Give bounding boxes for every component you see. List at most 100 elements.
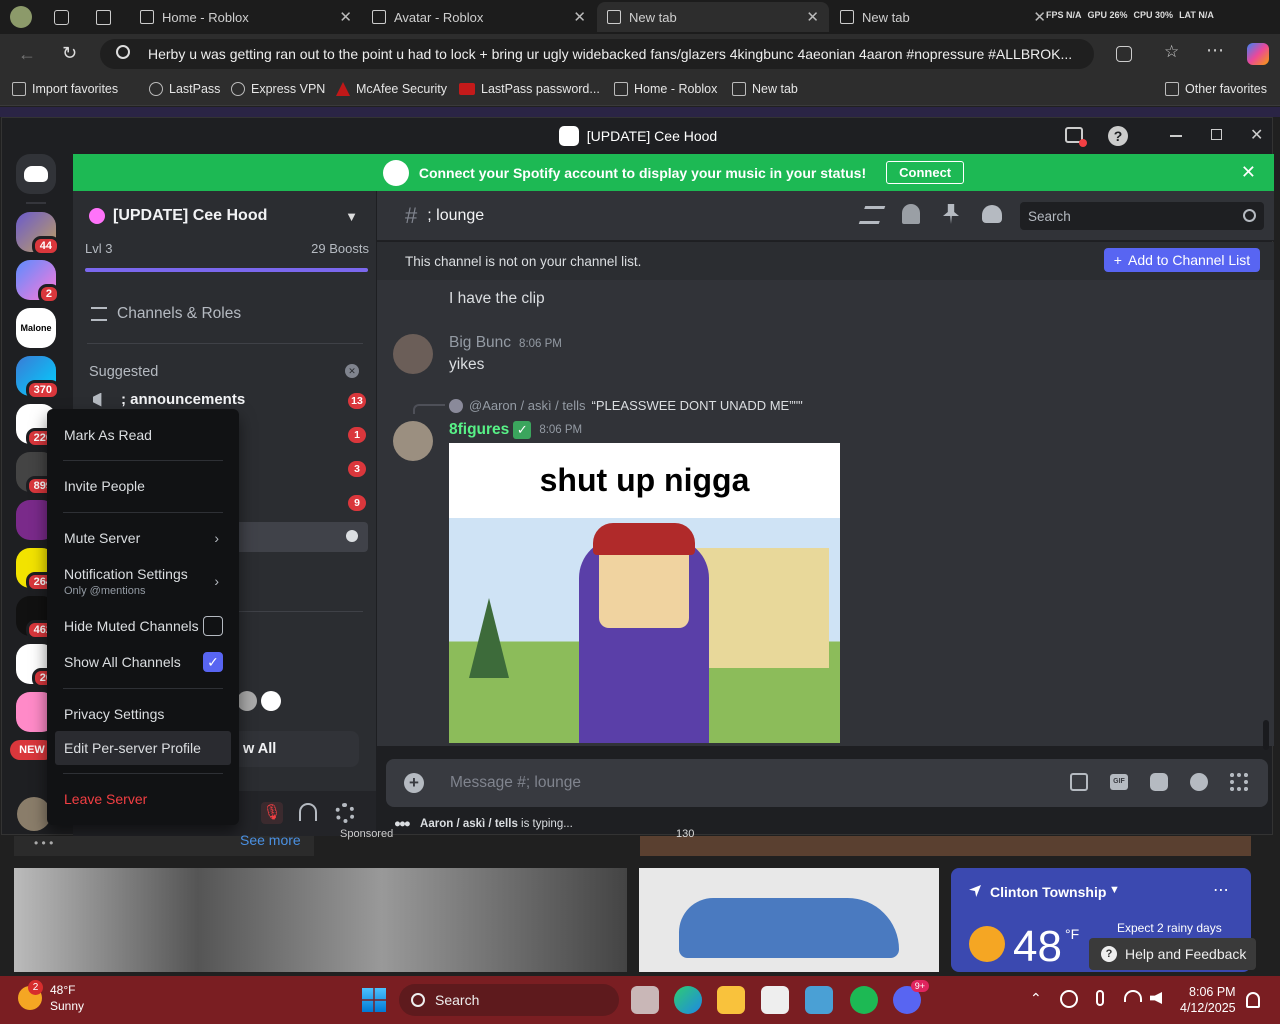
spotify-icon[interactable] xyxy=(850,986,878,1014)
extensions-icon[interactable] xyxy=(1116,46,1132,62)
menu-leave-server[interactable]: Leave Server xyxy=(55,787,231,811)
username[interactable]: 8figures xyxy=(449,421,509,439)
address-bar[interactable]: Herby u was getting ran out to the point… xyxy=(100,39,1094,69)
channel-row-selected[interactable] xyxy=(233,522,368,552)
back-icon[interactable]: ← xyxy=(18,44,36,65)
guild-icon[interactable]: Malone xyxy=(16,308,56,348)
menu-show-all-channels[interactable]: Show All Channels ✓ xyxy=(55,650,231,674)
news-photo[interactable] xyxy=(14,868,627,972)
menu-hide-muted-channels[interactable]: Hide Muted Channels xyxy=(55,614,231,638)
boost-progress[interactable]: Lvl 3 29 Boosts xyxy=(85,241,369,256)
task-view-icon[interactable] xyxy=(631,986,659,1014)
favorites-icon[interactable]: ☆ xyxy=(1164,42,1179,62)
task-manager-icon[interactable] xyxy=(805,986,833,1014)
emoji-icon[interactable] xyxy=(1190,773,1208,791)
tab-actions-icon[interactable] xyxy=(96,10,111,25)
help-icon[interactable]: ? xyxy=(1108,126,1128,146)
feed-card[interactable] xyxy=(640,836,1251,856)
close-icon[interactable]: ✕ xyxy=(1241,162,1256,183)
app-icon[interactable] xyxy=(761,986,789,1014)
menu-edit-per-server-profile[interactable]: Edit Per-server Profile xyxy=(55,731,231,765)
invite-member-icon[interactable] xyxy=(346,530,358,542)
card-dots-icon[interactable]: • • • xyxy=(34,836,53,850)
checkbox-checked-icon[interactable]: ✓ xyxy=(203,652,223,672)
suggested-channel-announcements[interactable]: ; announcements xyxy=(93,391,245,408)
tab-new-tab-active[interactable]: New tab ✕ xyxy=(597,2,829,32)
menu-mute-server[interactable]: Mute Server › xyxy=(55,526,231,550)
notifications-muted-icon[interactable] xyxy=(902,204,920,224)
copilot-icon[interactable] xyxy=(1247,43,1269,65)
more-icon[interactable]: ⋯ xyxy=(1213,880,1229,900)
close-icon[interactable]: ✕ xyxy=(1033,8,1046,26)
profile-avatar[interactable] xyxy=(10,6,32,28)
bookmark-express-vpn[interactable]: Express VPN xyxy=(231,82,325,96)
maximize-icon[interactable] xyxy=(1211,129,1222,140)
bookmark-import-favorites[interactable]: Import favorites xyxy=(12,82,118,96)
checkbox-unchecked[interactable] xyxy=(203,616,223,636)
bookmark-mcafee[interactable]: McAfee Security xyxy=(336,82,447,96)
menu-privacy-settings[interactable]: Privacy Settings xyxy=(55,702,231,726)
volume-icon[interactable] xyxy=(1150,992,1162,1004)
help-feedback-button[interactable]: ? Help and Feedback xyxy=(1089,938,1256,970)
avatar[interactable] xyxy=(393,334,433,374)
guild-icon[interactable]: 44 xyxy=(16,212,60,256)
car-ad-photo[interactable] xyxy=(639,868,939,972)
close-icon[interactable]: ✕ xyxy=(339,8,352,26)
home-button[interactable] xyxy=(16,154,56,194)
search-input[interactable]: Search xyxy=(1020,202,1264,230)
avatar[interactable] xyxy=(393,421,433,461)
clock[interactable]: 8:06 PM 4/12/2025 xyxy=(1180,984,1236,1016)
start-windows-icon[interactable] xyxy=(362,988,386,1012)
bookmark-home-roblox[interactable]: Home - Roblox xyxy=(614,82,717,96)
add-to-channel-list-button[interactable]: + Add to Channel List xyxy=(1104,248,1260,272)
reply-preview[interactable]: @Aaron / askì / tells “PLEASSWEE DONT UN… xyxy=(449,398,803,413)
close-icon[interactable]: ✕ xyxy=(806,8,819,26)
weather-widget[interactable]: 2 48°F Sunny xyxy=(18,980,84,1014)
wifi-icon[interactable] xyxy=(1124,990,1142,1002)
connect-button[interactable]: Connect xyxy=(886,161,965,184)
menu-invite-people[interactable]: Invite People xyxy=(55,474,231,498)
more-icon[interactable]: ⋯ xyxy=(1206,40,1224,61)
server-header[interactable]: [UPDATE] Cee Hood ▼ xyxy=(73,191,376,241)
edge-icon[interactable] xyxy=(674,986,702,1014)
apps-icon[interactable] xyxy=(1230,773,1248,791)
scrollbar[interactable] xyxy=(1263,720,1269,750)
discord-taskbar-icon[interactable]: 9+ xyxy=(893,980,929,1014)
workspaces-icon[interactable] xyxy=(54,10,69,25)
bookmark-lastpass-password[interactable]: LastPass password... xyxy=(459,82,600,96)
settings-gear-icon[interactable] xyxy=(335,803,355,823)
dismiss-suggested-icon[interactable]: ✕ xyxy=(345,364,359,378)
guild-icon[interactable]: 2 xyxy=(16,260,60,304)
gif-attachment[interactable]: shut up nigga xyxy=(449,443,840,743)
mic-muted-icon[interactable]: 🎙 xyxy=(261,802,283,824)
headphones-icon[interactable] xyxy=(299,803,317,821)
bookmark-new-tab[interactable]: New tab xyxy=(732,82,798,96)
file-explorer-icon[interactable] xyxy=(717,986,745,1014)
sticker-icon[interactable] xyxy=(1150,773,1168,791)
gif-picker-icon[interactable]: GIF xyxy=(1110,774,1128,790)
view-all-button[interactable]: w All xyxy=(233,731,359,767)
tab-home-roblox[interactable]: Home - Roblox ✕ xyxy=(130,2,362,32)
inbox-icon[interactable] xyxy=(1065,127,1087,147)
bookmark-lastpass[interactable]: LastPass xyxy=(149,82,220,96)
taskbar-search[interactable]: Search xyxy=(399,984,619,1016)
menu-notification-settings[interactable]: Notification Settings Only @mentions › xyxy=(55,561,231,601)
other-favorites[interactable]: Other favorites xyxy=(1165,82,1267,96)
gift-icon[interactable] xyxy=(1070,773,1088,791)
tab-avatar-roblox[interactable]: Avatar - Roblox ✕ xyxy=(362,2,596,32)
user-avatar[interactable] xyxy=(17,797,51,831)
menu-mark-as-read[interactable]: Mark As Read xyxy=(55,423,231,447)
tab-new-tab[interactable]: New tab ✕ xyxy=(830,2,1056,32)
minimize-icon[interactable] xyxy=(1170,135,1182,137)
guild-icon[interactable]: 370 xyxy=(16,356,60,400)
see-more-link[interactable]: See more xyxy=(240,832,301,848)
refresh-icon[interactable]: ↻ xyxy=(62,43,77,64)
add-attachment-icon[interactable]: + xyxy=(404,773,424,793)
close-window-icon[interactable]: ✕ xyxy=(1250,125,1263,145)
microphone-icon[interactable] xyxy=(1096,990,1104,1006)
close-icon[interactable]: ✕ xyxy=(573,8,586,26)
notification-bell-icon[interactable] xyxy=(1246,992,1260,1008)
member-list-icon[interactable] xyxy=(982,205,1002,223)
username[interactable]: Big Bunc xyxy=(449,334,511,352)
chevron-up-icon[interactable]: ⌃ xyxy=(1030,990,1042,1007)
